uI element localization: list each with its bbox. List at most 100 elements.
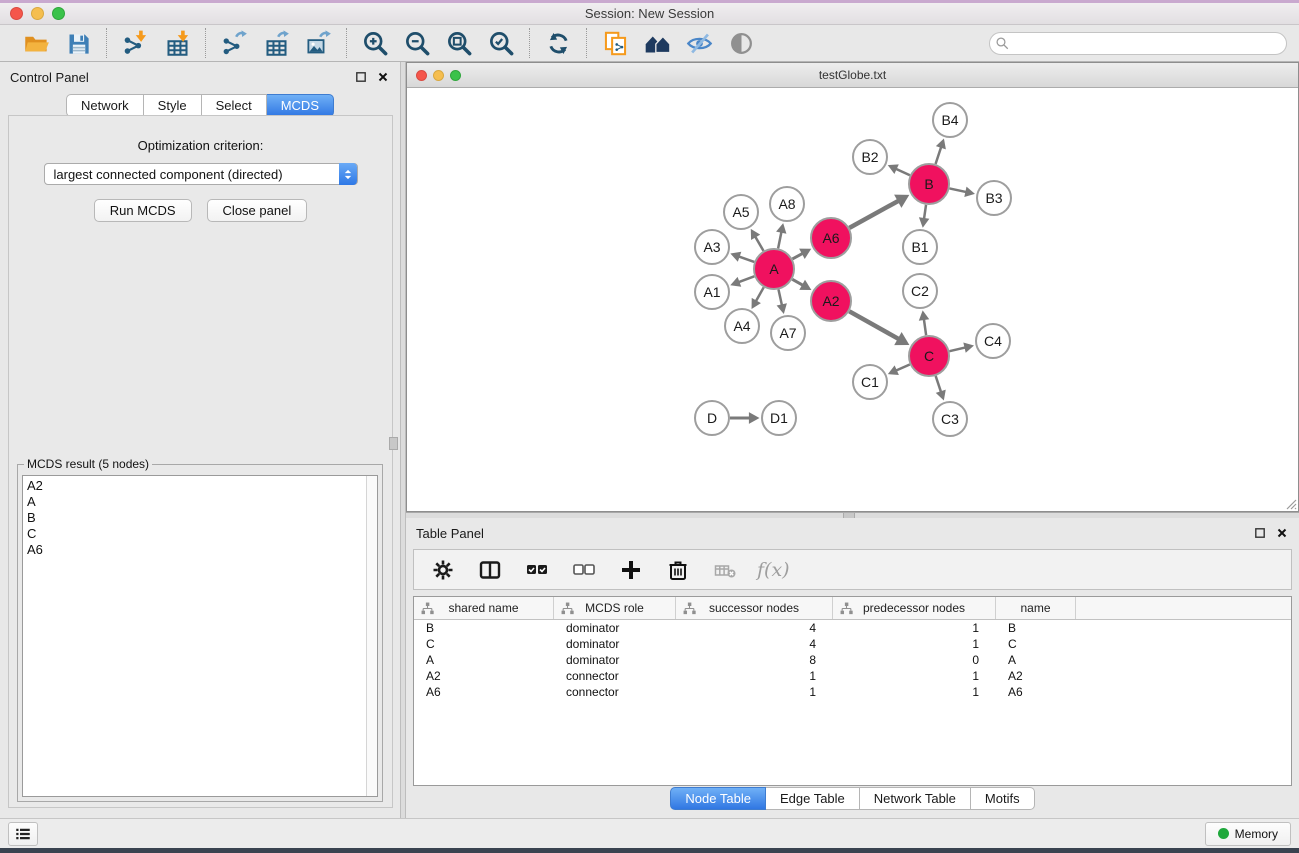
graph-edge-A2-C[interactable] (849, 311, 909, 345)
graph-node-A2[interactable]: A2 (811, 281, 851, 321)
graph-node-A5[interactable]: A5 (724, 195, 758, 229)
eye-slash-button[interactable] (683, 28, 715, 58)
graph-edge-B-B1[interactable] (919, 205, 929, 228)
graph-node-B3[interactable]: B3 (977, 181, 1011, 215)
settings-button[interactable] (428, 555, 458, 585)
duplicate-network-button[interactable] (599, 28, 631, 58)
graph-edge-C-C1[interactable] (888, 364, 910, 375)
graph-node-C2[interactable]: C2 (903, 274, 937, 308)
refresh-button[interactable] (542, 28, 574, 58)
import-network-button[interactable] (119, 28, 151, 58)
home-button[interactable] (641, 28, 673, 58)
tab-edge-table[interactable]: Edge Table (766, 787, 860, 810)
graph-edge-A-A3[interactable] (730, 252, 754, 262)
graph-edge-A6-B[interactable] (849, 195, 909, 228)
export-table-button[interactable] (260, 28, 292, 58)
graph-edge-B-B2[interactable] (888, 164, 910, 175)
table-row[interactable]: Adominator80A (414, 652, 1291, 668)
show-columns-button[interactable] (475, 555, 505, 585)
delete-table-button[interactable] (710, 555, 740, 585)
export-network-button[interactable] (218, 28, 250, 58)
graph-edge-B-B4[interactable] (936, 139, 946, 165)
graph-edge-A-A5[interactable] (751, 229, 764, 251)
close-panel-button[interactable]: Close panel (207, 199, 308, 222)
zoom-in-button[interactable] (359, 28, 391, 58)
graph-node-B4[interactable]: B4 (933, 103, 967, 137)
graph-node-C4[interactable]: C4 (976, 324, 1010, 358)
column-header-name[interactable]: name (996, 597, 1076, 619)
tab-network[interactable]: Network (66, 94, 144, 117)
float-table-panel-icon[interactable] (1253, 526, 1267, 540)
table-row[interactable]: Cdominator41C (414, 636, 1291, 652)
graph-node-A8[interactable]: A8 (770, 187, 804, 221)
graph-edge-C-C3[interactable] (936, 376, 946, 401)
add-column-button[interactable] (616, 555, 646, 585)
open-button[interactable] (20, 28, 52, 58)
graph-edge-A-A4[interactable] (752, 287, 764, 309)
graph-node-D[interactable]: D (695, 401, 729, 435)
column-header-shared-name[interactable]: shared name (414, 597, 554, 619)
tab-style[interactable]: Style (144, 94, 202, 117)
zoom-fit-button[interactable] (443, 28, 475, 58)
graph-node-A4[interactable]: A4 (725, 309, 759, 343)
export-image-button[interactable] (302, 28, 334, 58)
graph-edge-C-C4[interactable] (949, 343, 974, 353)
graph-edge-D-D1[interactable] (730, 412, 760, 424)
tab-node-table[interactable]: Node Table (670, 787, 766, 810)
vertical-splitter-handle[interactable] (389, 437, 398, 450)
select-all-button[interactable] (522, 555, 552, 585)
optimization-criterion-select[interactable]: largest connected component (directed) (44, 163, 358, 185)
graph-node-B2[interactable]: B2 (853, 140, 887, 174)
graph-edge-C-C2[interactable] (919, 310, 929, 335)
graph-edge-A-A2[interactable] (792, 279, 811, 290)
import-table-button[interactable] (161, 28, 193, 58)
search-input[interactable] (989, 32, 1287, 55)
window-resize-grip[interactable] (1284, 497, 1297, 510)
table-row[interactable]: A2connector11A2 (414, 668, 1291, 684)
result-list-scrollbar[interactable] (366, 476, 377, 796)
mcds-result-item[interactable]: A2 (27, 478, 373, 494)
graph-node-C[interactable]: C (909, 336, 949, 376)
mcds-result-item[interactable]: B (27, 510, 373, 526)
column-header-mcds-role[interactable]: MCDS role (554, 597, 676, 619)
graph-edge-A-A8[interactable] (776, 223, 786, 248)
column-header-predecessor-nodes[interactable]: predecessor nodes (833, 597, 996, 619)
graph-node-D1[interactable]: D1 (762, 401, 796, 435)
graph-node-C1[interactable]: C1 (853, 365, 887, 399)
graph-edge-A-A6[interactable] (792, 249, 811, 259)
table-row[interactable]: Bdominator41B (414, 620, 1291, 636)
tab-network-table[interactable]: Network Table (860, 787, 971, 810)
save-button[interactable] (62, 28, 94, 58)
graph-node-B[interactable]: B (909, 164, 949, 204)
graph-node-A1[interactable]: A1 (695, 275, 729, 309)
close-panel-icon[interactable] (376, 70, 390, 84)
zoom-out-button[interactable] (401, 28, 433, 58)
graph-node-C3[interactable]: C3 (933, 402, 967, 436)
run-mcds-button[interactable]: Run MCDS (94, 199, 192, 222)
close-table-panel-icon[interactable] (1275, 526, 1289, 540)
graph-node-A7[interactable]: A7 (771, 316, 805, 350)
tab-select[interactable]: Select (202, 94, 267, 117)
memory-button[interactable]: Memory (1205, 822, 1291, 846)
column-header-successor-nodes[interactable]: successor nodes (676, 597, 833, 619)
task-history-button[interactable] (8, 822, 38, 846)
function-builder-button[interactable]: f(x) (757, 559, 790, 581)
graph-node-A[interactable]: A (754, 249, 794, 289)
mcds-result-item[interactable]: C (27, 526, 373, 542)
graph-edge-A-A1[interactable] (730, 276, 754, 286)
network-canvas[interactable]: B4 B2 B B3 A8 A5 A6 A3 B1 A A1 C2 A2 A4 A7 C4 C C1 C3 D D1 (407, 88, 1298, 511)
graph-node-B1[interactable]: B1 (903, 230, 937, 264)
float-panel-icon[interactable] (354, 70, 368, 84)
mcds-result-item[interactable]: A (27, 494, 373, 510)
delete-column-button[interactable] (663, 555, 693, 585)
tab-mcds[interactable]: MCDS (267, 94, 334, 117)
table-row[interactable]: A6connector11A6 (414, 684, 1291, 700)
tab-motifs[interactable]: Motifs (971, 787, 1035, 810)
graph-edge-B-B3[interactable] (950, 187, 975, 197)
mcds-result-item[interactable]: A6 (27, 542, 373, 558)
graph-node-A3[interactable]: A3 (695, 230, 729, 264)
graph-node-A6[interactable]: A6 (811, 218, 851, 258)
unselect-all-button[interactable] (569, 555, 599, 585)
eye-half-button[interactable] (725, 28, 757, 58)
graph-edge-A-A7[interactable] (777, 290, 787, 314)
